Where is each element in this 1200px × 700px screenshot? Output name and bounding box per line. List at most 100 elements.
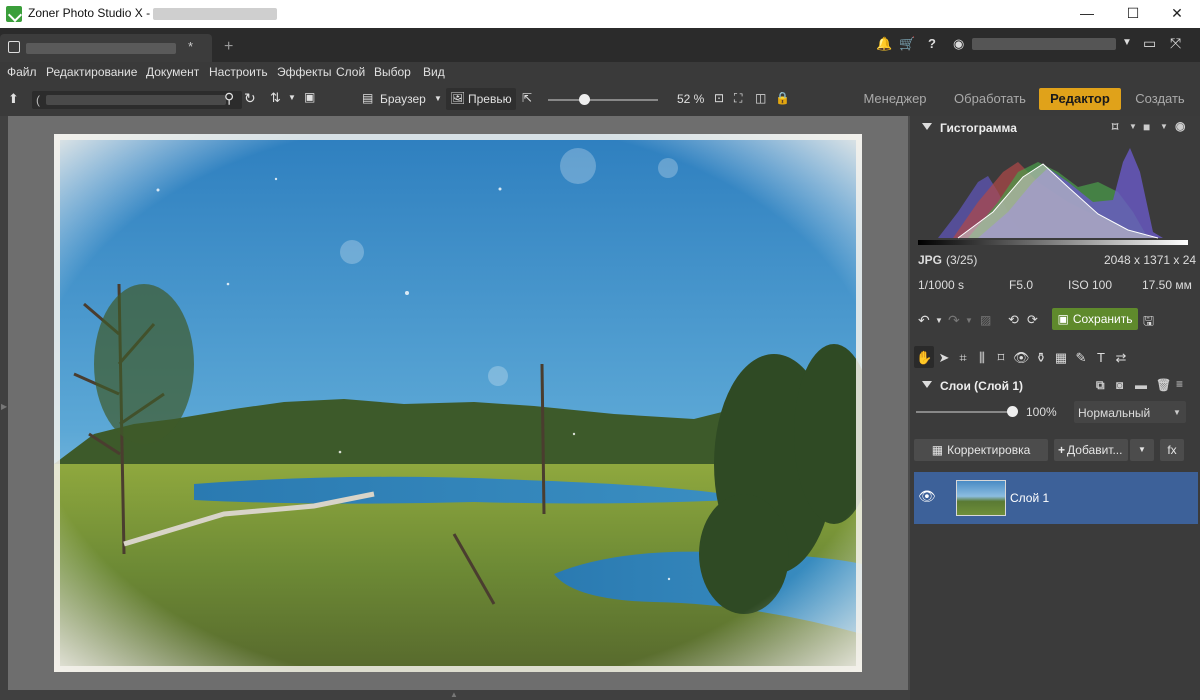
- maximize-button[interactable]: ☐: [1110, 0, 1156, 28]
- undo-dropdown-icon[interactable]: ▼: [935, 316, 943, 325]
- fullscreen-icon[interactable]: ⤧: [1170, 35, 1181, 52]
- toolbar: ⬆ ( ⚲ ↻ ⇅ ▼ ▣ ▤ Браузер ▼ 🖼 Превью ⇱ 52 …: [0, 82, 1200, 116]
- search-icon[interactable]: ⚲: [224, 90, 234, 107]
- mode-editor[interactable]: Редактор: [1039, 88, 1121, 110]
- bottom-panel-collapse[interactable]: ▲: [0, 690, 910, 700]
- menu-edit[interactable]: Редактирование: [46, 65, 137, 79]
- menu-document[interactable]: Документ: [146, 65, 199, 79]
- redo-icon[interactable]: ↷: [948, 312, 960, 329]
- close-button[interactable]: ✕: [1154, 0, 1200, 28]
- correction-button[interactable]: ▦ Корректировка: [914, 439, 1048, 461]
- save-label: Сохранить: [1072, 312, 1133, 326]
- camera-dropdown-icon[interactable]: ▼: [1160, 122, 1168, 131]
- layers-header[interactable]: Слои (Слой 1) ⧉ ◙ ▬ 🗑 ≡: [910, 374, 1200, 398]
- mode-develop[interactable]: Обработать: [948, 88, 1032, 110]
- sort-dropdown-icon[interactable]: ▼: [288, 93, 296, 102]
- rotate-left-icon[interactable]: ⟲: [1008, 312, 1019, 328]
- chevron-down-icon[interactable]: ▼: [1122, 37, 1132, 48]
- new-tab-button[interactable]: +: [224, 38, 233, 56]
- user-icon[interactable]: ◉: [953, 36, 964, 52]
- redo-dropdown-icon[interactable]: ▼: [965, 316, 973, 325]
- zoom-slider-knob[interactable]: [579, 94, 591, 105]
- duplicate-layer-icon[interactable]: ⧉: [1096, 378, 1105, 393]
- aperture: F5.0: [1009, 278, 1034, 292]
- hand-tool-icon[interactable]: ✋: [916, 350, 932, 366]
- browser-dropdown-icon[interactable]: ▼: [434, 94, 442, 103]
- cart-icon[interactable]: 🛒: [899, 36, 915, 52]
- history-icon[interactable]: ▨: [980, 313, 991, 327]
- histogram-options-icon[interactable]: ⌑: [1112, 120, 1118, 134]
- fx-button[interactable]: fx: [1160, 439, 1184, 461]
- layer-row[interactable]: 👁 Слой 1: [914, 472, 1198, 524]
- straighten-tool-icon[interactable]: ⫼: [974, 350, 990, 366]
- visibility-eye-icon[interactable]: 👁: [918, 488, 936, 505]
- edited-photo[interactable]: [54, 134, 862, 672]
- right-panel: Гистограмма ⌑ ▼ ■ ▼ ◉ JPG (3/25) 2048 x …: [910, 116, 1200, 700]
- delete-layer-icon[interactable]: 🗑: [1156, 378, 1171, 392]
- crop-tool-icon[interactable]: ⌗: [955, 350, 971, 366]
- perspective-tool-icon[interactable]: ▦: [1053, 350, 1069, 366]
- mode-create[interactable]: Создать: [1130, 88, 1190, 110]
- document-tab[interactable]: *: [0, 34, 212, 62]
- folder-up-icon[interactable]: ⬆: [8, 91, 19, 107]
- left-panel-collapse[interactable]: ▶: [0, 116, 8, 700]
- brush-tool-icon[interactable]: ✎: [1073, 350, 1089, 366]
- lock-icon[interactable]: 🔒: [775, 91, 790, 105]
- monitor-icon[interactable]: ▭: [1143, 35, 1156, 52]
- histogram-toggle-icon[interactable]: ◉: [1175, 119, 1185, 133]
- edit-document-icon: [8, 41, 20, 53]
- minimize-button[interactable]: —: [1064, 0, 1110, 28]
- select-tool-icon[interactable]: ➤: [936, 350, 952, 366]
- preview-button[interactable]: 🖼 Превью: [446, 88, 516, 110]
- add-layer-button[interactable]: + Добавит...: [1054, 439, 1128, 461]
- mode-manager[interactable]: Менеджер: [858, 88, 932, 110]
- save-button[interactable]: ▣ Сохранить: [1052, 308, 1138, 330]
- red-eye-tool-icon[interactable]: 👁: [1013, 350, 1030, 366]
- layer-folder-icon[interactable]: ▬: [1135, 378, 1147, 392]
- opacity-slider-knob[interactable]: [1007, 406, 1018, 417]
- refresh-icon[interactable]: ↻: [244, 90, 256, 107]
- collapse-triangle-icon[interactable]: [922, 381, 932, 388]
- histogram-header[interactable]: Гистограмма ⌑ ▼ ■ ▼ ◉: [910, 116, 1200, 140]
- compare-icon[interactable]: ◫: [755, 91, 766, 105]
- menu-effects[interactable]: Эффекты: [277, 65, 332, 79]
- sort-icon[interactable]: ⇅: [270, 90, 281, 106]
- opacity-slider[interactable]: [916, 411, 1012, 413]
- add-layer-label: Добавит...: [1067, 443, 1123, 457]
- histogram-dropdown-icon[interactable]: ▼: [1129, 122, 1137, 131]
- opacity-value: 100%: [1026, 405, 1057, 419]
- save-as-icon[interactable]: 🖫: [1143, 312, 1154, 334]
- collapse-triangle-icon[interactable]: [922, 123, 932, 130]
- external-view-icon[interactable]: ⇱: [522, 91, 532, 105]
- layer-mask-icon[interactable]: ◙: [1116, 378, 1123, 392]
- stamp-tool-icon[interactable]: ⚱: [1033, 350, 1049, 366]
- camera-icon[interactable]: ■: [1143, 120, 1150, 134]
- browser-button[interactable]: Браузер: [380, 92, 426, 106]
- bell-icon[interactable]: 🔔: [876, 36, 892, 52]
- new-folder-icon[interactable]: ▣: [304, 90, 315, 104]
- menu-adjust[interactable]: Настроить: [209, 65, 268, 79]
- focal-length: 17.50 мм: [1142, 278, 1192, 292]
- menu-bar: Файл Редактирование Документ Настроить Э…: [0, 62, 1200, 82]
- text-tool-icon[interactable]: T: [1093, 350, 1109, 365]
- menu-file[interactable]: Файл: [7, 65, 37, 79]
- iso-value: ISO 100: [1068, 278, 1113, 292]
- undo-icon[interactable]: ↶: [918, 312, 930, 329]
- add-layer-dropdown[interactable]: ▼: [1130, 439, 1154, 461]
- fit-to-screen-icon[interactable]: ⛶: [734, 91, 742, 106]
- zoom-value: 52 %: [677, 92, 705, 106]
- menu-view[interactable]: Вид: [423, 65, 445, 79]
- blend-mode-select[interactable]: Нормальный ▼: [1074, 401, 1186, 423]
- path-field[interactable]: (: [32, 91, 242, 109]
- title-bar: Zoner Photo Studio X - — ☐ ✕: [0, 0, 1200, 28]
- zoom-1to1-icon[interactable]: ⊡: [714, 91, 724, 105]
- layers-title: Слои (Слой 1): [940, 379, 1024, 393]
- lasso-tool-icon[interactable]: ⌑: [993, 350, 1009, 366]
- more-tools-icon[interactable]: ⇄: [1113, 350, 1129, 366]
- rotate-right-icon[interactable]: ⟳: [1027, 312, 1038, 328]
- menu-select[interactable]: Выбор: [374, 65, 411, 79]
- zoom-slider[interactable]: [548, 99, 658, 101]
- layers-menu-icon[interactable]: ≡: [1176, 377, 1183, 391]
- menu-layer[interactable]: Слой: [336, 65, 365, 79]
- help-icon[interactable]: ?: [928, 36, 936, 51]
